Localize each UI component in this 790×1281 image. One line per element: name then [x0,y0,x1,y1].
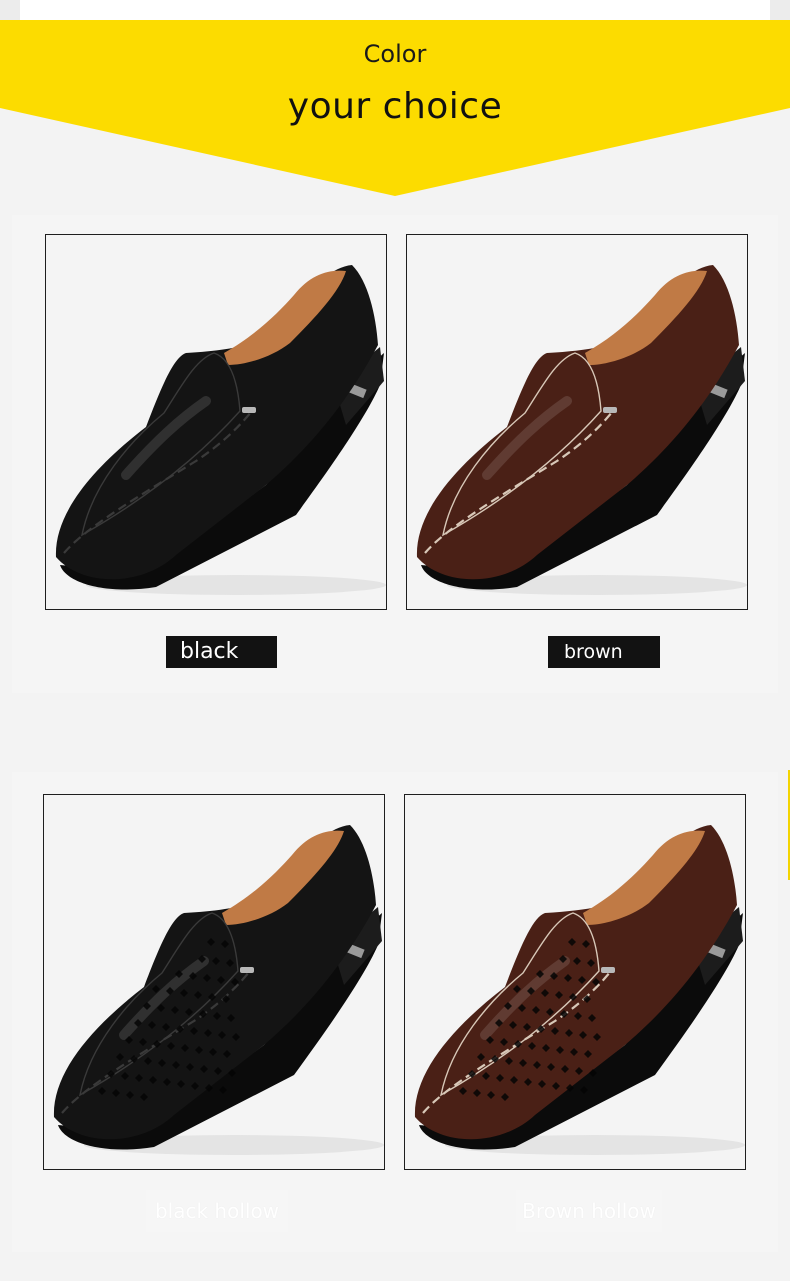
top-strip [0,0,790,20]
shoe-photo-black-hollow[interactable] [43,794,385,1170]
variant-label-brown-hollow[interactable]: Brown hollow [516,1190,662,1232]
banner-color-text: Color [363,40,427,68]
loafer-image [414,825,745,1155]
variant-label-black-hollow[interactable]: black hollow [146,1190,288,1232]
variant-label-brown[interactable]: brown [548,636,660,668]
shoe-photo-black[interactable] [45,234,387,610]
color-banner: Color your choice [0,20,790,200]
shoe-photo-brown[interactable] [406,234,748,610]
variant-label-black[interactable]: black [166,636,277,668]
shoe-photo-brown-hollow[interactable] [404,794,746,1170]
banner-choice-text: your choice [287,86,503,127]
top-strip-inner [20,0,770,20]
loafer-image [416,265,747,595]
loafer-image [55,265,386,595]
loafer-image [53,825,384,1155]
